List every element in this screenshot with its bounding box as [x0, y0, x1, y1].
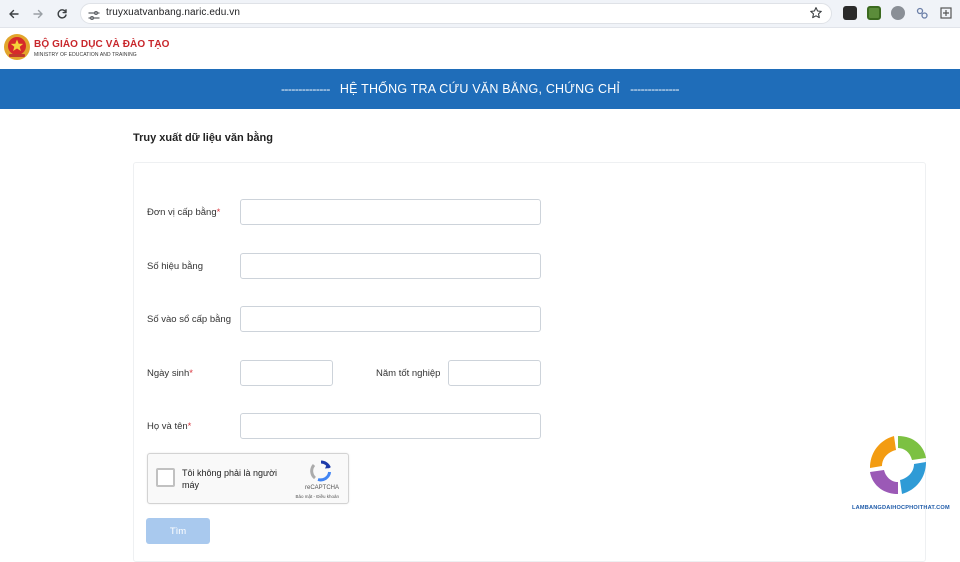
extension-1-icon[interactable]: [843, 6, 857, 20]
degree-number-label: Số hiệu bằng: [147, 261, 203, 272]
system-banner: -------------- HỆ THỐNG TRA CỨU VĂN BẰNG…: [0, 69, 960, 109]
site-header: BỘ GIÁO DỤC VÀ ĐÀO TẠO MINISTRY OF EDUCA…: [0, 28, 960, 69]
dob-input[interactable]: [240, 360, 333, 386]
graduation-year-label: Năm tốt nghiệp: [376, 368, 441, 379]
required-mark: *: [187, 421, 192, 432]
extension-4-icon[interactable]: [915, 6, 929, 20]
extension-5-icon[interactable]: [939, 6, 953, 20]
swirl-logo-icon: [864, 432, 932, 498]
registry-number-input[interactable]: [240, 306, 541, 332]
search-button[interactable]: Tìm: [146, 518, 210, 544]
recaptcha-terms-link[interactable]: Bảo mật - Điều khoản: [295, 494, 339, 499]
arrow-left-icon: [9, 9, 19, 19]
ministry-name: BỘ GIÁO DỤC VÀ ĐÀO TẠO: [34, 39, 170, 50]
extension-2-icon[interactable]: [867, 6, 881, 20]
forward-button[interactable]: [28, 4, 48, 24]
graduation-year-input[interactable]: [448, 360, 541, 386]
banner-dash-left: --------------: [280, 82, 330, 96]
tune-icon[interactable]: [88, 8, 100, 26]
arrow-right-icon: [33, 9, 43, 19]
recaptcha-checkbox[interactable]: [156, 468, 175, 487]
recaptcha-text: Tôi không phải là người máy: [182, 468, 277, 490]
recaptcha-brand: reCAPTCHA: [304, 485, 339, 491]
url-text[interactable]: truyxuatvanbang.naric.edu.vn: [106, 7, 240, 18]
fullname-label: Họ và tên*: [147, 421, 192, 432]
banner-dash-right: --------------: [630, 82, 680, 96]
extension-3-icon[interactable]: [891, 6, 905, 20]
back-button[interactable]: [4, 4, 24, 24]
issuer-input[interactable]: [240, 199, 541, 225]
reload-icon: [57, 9, 67, 19]
ministry-subtitle: MINISTRY OF EDUCATION AND TRAINING: [34, 52, 137, 58]
national-emblem-icon: [3, 33, 31, 61]
star-icon[interactable]: [809, 6, 823, 25]
dob-label: Ngày sinh*: [147, 368, 193, 379]
fullname-input[interactable]: [240, 413, 541, 439]
registry-number-label: Số vào sổ cấp bằng: [147, 314, 231, 325]
watermark-text: LAMBANGDAIHOCPHOITHAT.COM: [852, 505, 950, 511]
degree-number-input[interactable]: [240, 253, 541, 279]
banner-title: HỆ THỐNG TRA CỨU VĂN BẰNG, CHỨNG CHỈ: [339, 82, 621, 96]
recaptcha-icon: [310, 460, 332, 487]
address-bar[interactable]: truyxuatvanbang.naric.edu.vn: [80, 3, 832, 24]
required-mark: *: [189, 368, 193, 379]
browser-toolbar: truyxuatvanbang.naric.edu.vn: [0, 0, 960, 28]
required-mark: *: [216, 207, 221, 218]
section-title: Truy xuất dữ liệu văn bằng: [133, 132, 273, 144]
recaptcha-widget: Tôi không phải là người máy reCAPTCHA Bả…: [147, 453, 349, 504]
issuer-label: Đơn vị cấp bằng*: [147, 207, 221, 218]
reload-button[interactable]: [52, 4, 72, 24]
